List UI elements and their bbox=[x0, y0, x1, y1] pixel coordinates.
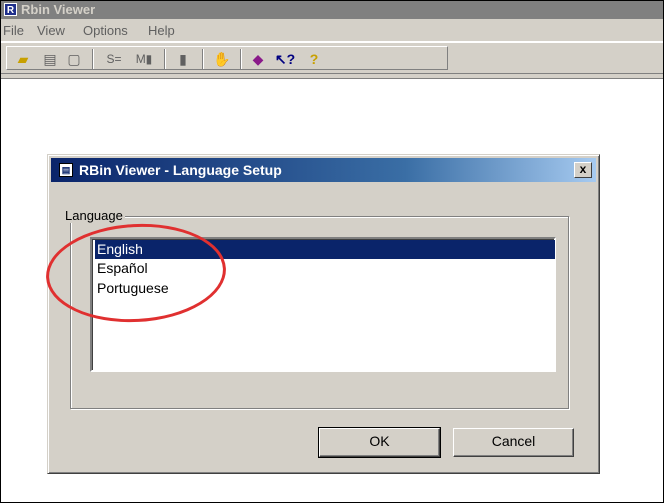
dialog-title: RBin Viewer - Language Setup bbox=[79, 162, 282, 178]
app-title: Rbin Viewer bbox=[21, 2, 96, 17]
toolbar-separator bbox=[240, 49, 242, 69]
print-preview-icon[interactable]: ▢ bbox=[63, 49, 85, 69]
cancel-button[interactable]: Cancel bbox=[453, 428, 574, 457]
app-window: R Rbin Viewer File View Options Help ▰ ▤… bbox=[0, 0, 664, 503]
hand-icon[interactable]: ✋ bbox=[210, 49, 234, 69]
dialog-title-bar: ▤ RBin Viewer - Language Setup x bbox=[51, 158, 596, 182]
toolbar-divider bbox=[1, 74, 663, 79]
toolbar-separator bbox=[202, 49, 204, 69]
help-icon[interactable]: ? bbox=[303, 49, 325, 69]
ok-button[interactable]: OK bbox=[318, 427, 441, 458]
toolbar-separator bbox=[164, 49, 166, 69]
language-option-english[interactable]: English bbox=[95, 240, 555, 259]
language-option-portuguese[interactable]: Portuguese bbox=[95, 279, 555, 298]
book-icon[interactable]: ◆ bbox=[247, 49, 269, 69]
language-listbox[interactable]: English Español Portuguese bbox=[90, 237, 556, 372]
menu-bar: File View Options Help bbox=[1, 19, 663, 42]
dialog-app-icon: ▤ bbox=[59, 163, 73, 177]
file-icon[interactable]: ▮ bbox=[172, 49, 194, 69]
open-folder-icon[interactable]: ▰ bbox=[12, 49, 34, 69]
close-button[interactable]: x bbox=[574, 162, 592, 178]
main-title-bar: R Rbin Viewer bbox=[1, 1, 663, 19]
print-icon[interactable]: ▤ bbox=[39, 49, 61, 69]
toolbar: ▰ ▤ ▢ S= M▮ ▮ ✋ ◆ ↖? ? bbox=[1, 42, 663, 74]
language-group-label: Language bbox=[63, 208, 125, 223]
menu-help[interactable]: Help bbox=[148, 23, 175, 38]
menu-file[interactable]: File bbox=[3, 23, 24, 38]
toolbar-separator bbox=[92, 49, 94, 69]
app-icon: R bbox=[4, 3, 17, 16]
menu-icon[interactable]: M▮ bbox=[132, 49, 156, 69]
toolbar-group: ▰ ▤ ▢ S= M▮ ▮ ✋ ◆ ↖? ? bbox=[6, 46, 448, 70]
language-setup-dialog: ▤ RBin Viewer - Language Setup x Languag… bbox=[47, 154, 600, 474]
menu-options[interactable]: Options bbox=[83, 23, 128, 38]
whats-this-icon[interactable]: ↖? bbox=[272, 49, 298, 69]
menu-view[interactable]: View bbox=[37, 23, 65, 38]
scroll-icon[interactable]: S= bbox=[99, 49, 129, 69]
language-option-espanol[interactable]: Español bbox=[95, 259, 555, 278]
